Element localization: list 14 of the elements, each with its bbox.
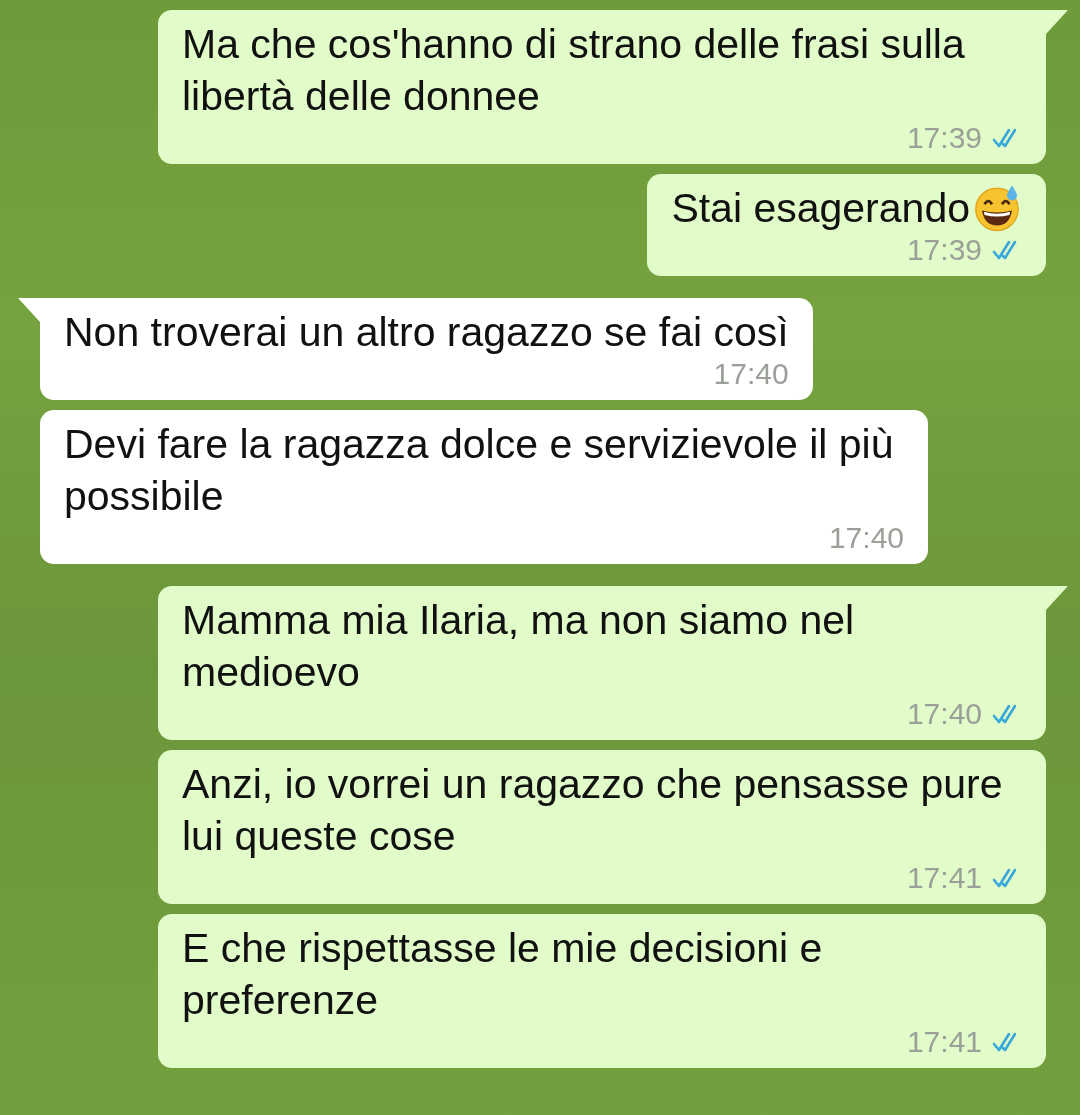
message-time: 17:40 — [828, 520, 904, 556]
message-time: 17:39 — [906, 120, 982, 156]
message-time: 17:40 — [906, 696, 982, 732]
message-time: 17:40 — [713, 356, 789, 392]
message-time: 17:39 — [906, 232, 982, 268]
message-text: Ma che cos'hanno di strano delle frasi sulla libertà delle donnee — [182, 20, 966, 121]
message-text: Devi fare la ragazza dolce e servizievole il più possibile — [64, 420, 895, 521]
message-text: Non troverai un altro ragazzo se fai così — [64, 308, 789, 357]
message-text: Mamma mia Ilaria, ma non siamo nel medioevo — [182, 596, 856, 697]
message-text: E che rispettasse le mie decisioni e preferenze — [182, 924, 824, 1025]
message-time: 17:41 — [906, 1024, 982, 1060]
message-text: Anzi, io vorrei un ragazzo che pensasse pure lui queste cose — [182, 760, 1004, 861]
message-text: Stai esagerando — [671, 184, 970, 233]
message-time: 17:41 — [906, 860, 982, 896]
